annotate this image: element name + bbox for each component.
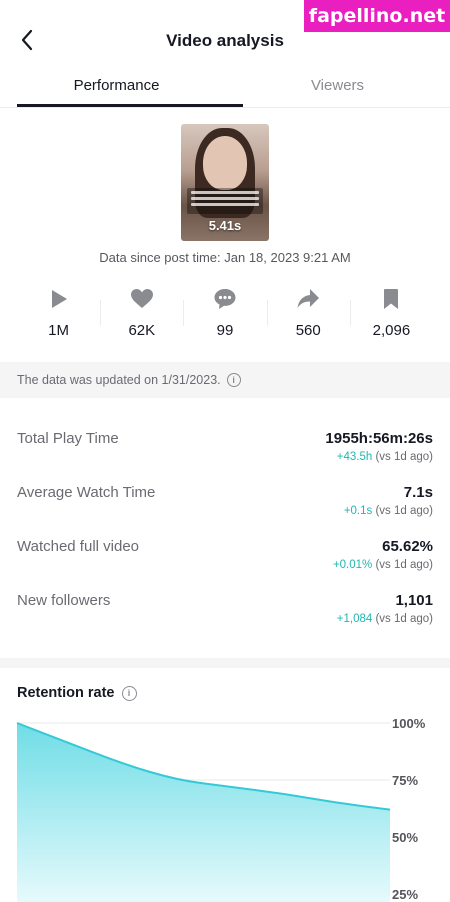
metric-value: 1,101 xyxy=(395,592,433,609)
metric-value: 1955h:56m:26s xyxy=(325,430,433,447)
stat-comments: 99 xyxy=(183,284,266,344)
bookmark-icon xyxy=(384,289,399,309)
metric-label: Total Play Time xyxy=(17,430,119,447)
metrics-list: Total Play Time 1955h:56m:26s +43.5h (vs… xyxy=(0,398,450,658)
metric-new-followers: New followers 1,101 +1,084 (vs 1d ago) xyxy=(17,590,433,638)
tab-performance[interactable]: Performance xyxy=(4,77,229,94)
metric-label: New followers xyxy=(17,592,111,609)
metric-label: Watched full video xyxy=(17,538,140,555)
y-tick-label: 50% xyxy=(392,830,418,845)
thumbnail-face xyxy=(203,136,247,190)
tab-bar: Performance Viewers xyxy=(0,70,450,108)
stat-saves: 2,096 xyxy=(349,284,433,344)
play-icon xyxy=(51,290,67,308)
stat-views-value: 1M xyxy=(48,322,70,339)
thumbnail-caption xyxy=(187,188,263,214)
heart-icon xyxy=(130,289,153,308)
stat-likes-value: 62K xyxy=(128,322,156,339)
watermark: fapellino.net xyxy=(304,0,450,32)
retention-chart-svg: 100% 75% 50% 25% xyxy=(16,716,426,902)
info-icon[interactable]: i xyxy=(226,373,241,387)
y-tick-label: 75% xyxy=(392,773,418,788)
stat-shares-value: 560 xyxy=(295,322,321,339)
video-thumbnail[interactable]: 5.41s xyxy=(181,124,269,241)
metric-delta: +0.01% (vs 1d ago) xyxy=(332,559,433,571)
comment-icon xyxy=(214,289,236,309)
update-notice-text: The data was updated on 1/31/2023. xyxy=(17,373,221,387)
section-divider xyxy=(0,658,450,668)
metric-delta: +43.5h (vs 1d ago) xyxy=(336,451,433,463)
metric-average-watch-time: Average Watch Time 7.1s +0.1s (vs 1d ago… xyxy=(17,482,433,530)
metric-delta: +1,084 (vs 1d ago) xyxy=(336,613,433,625)
metric-value: 65.62% xyxy=(382,538,433,555)
retention-title-text: Retention rate xyxy=(17,685,115,701)
metric-delta: +0.1s (vs 1d ago) xyxy=(343,505,433,517)
stat-comments-value: 99 xyxy=(216,322,234,339)
active-tab-indicator xyxy=(17,104,243,107)
page-title: Video analysis xyxy=(166,31,284,50)
stat-saves-value: 2,096 xyxy=(372,322,411,339)
share-icon xyxy=(297,289,320,308)
post-time: Data since post time: Jan 18, 2023 9:21 … xyxy=(99,250,351,265)
retention-area xyxy=(17,723,390,902)
video-duration: 5.41s xyxy=(208,218,242,233)
metric-total-play-time: Total Play Time 1955h:56m:26s +43.5h (vs… xyxy=(17,428,433,476)
retention-title: Retention rate i xyxy=(17,685,137,701)
tab-viewers[interactable]: Viewers xyxy=(225,77,450,94)
stat-views: 1M xyxy=(17,284,100,344)
stat-likes: 62K xyxy=(100,284,183,344)
retention-chart: 100% 75% 50% 25% xyxy=(0,712,450,902)
metric-value: 7.1s xyxy=(403,484,433,501)
y-tick-label: 100% xyxy=(392,716,426,731)
stats-row: 1M 62K 99 560 2,096 xyxy=(17,284,433,344)
info-icon[interactable]: i xyxy=(121,685,137,701)
stat-shares: 560 xyxy=(266,284,350,344)
update-notice: The data was updated on 1/31/2023. i xyxy=(0,362,450,398)
metric-label: Average Watch Time xyxy=(17,484,156,501)
metric-watched-full-video: Watched full video 65.62% +0.01% (vs 1d … xyxy=(17,536,433,584)
y-tick-label: 25% xyxy=(392,887,418,902)
